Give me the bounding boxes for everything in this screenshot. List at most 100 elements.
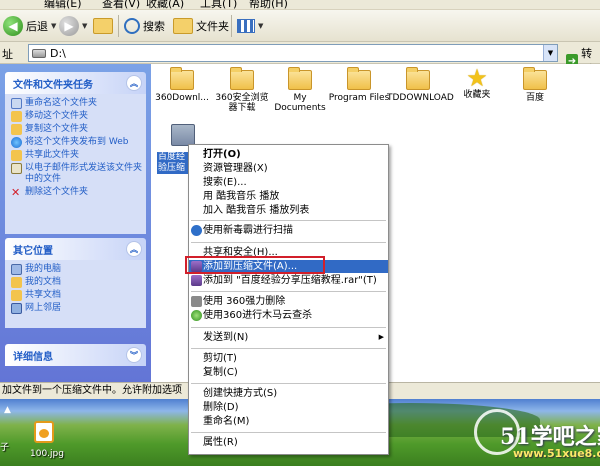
documents-icon xyxy=(11,277,22,288)
menu-item-label: 复制(C) xyxy=(203,367,238,378)
task-copy-folder[interactable]: 复制这个文件夹 xyxy=(11,124,142,135)
favorites-item[interactable]: ★ 收藏夹 xyxy=(446,66,508,100)
menu-item-add-to-rar[interactable]: 添加到 "百度经验分享压缩教程.rar"(T) xyxy=(189,274,388,287)
back-label: 后退 xyxy=(26,20,48,33)
menu-item-360-scan[interactable]: 使用360进行木马云查杀 xyxy=(189,309,388,322)
network-icon xyxy=(11,303,22,314)
desktop-icon-label[interactable]: 100.jpg xyxy=(30,449,64,459)
menu-item-label: 重命名(M) xyxy=(203,416,250,427)
menu-item-delete[interactable]: 删除(D) xyxy=(189,401,388,414)
back-dropdown-icon[interactable]: ▼ xyxy=(51,22,56,30)
forward-dropdown-icon[interactable]: ▼ xyxy=(82,22,87,30)
folder-label: TDDOWNLOAD xyxy=(387,93,454,103)
menu-favorites[interactable]: 收藏(A) xyxy=(146,0,184,9)
menu-help[interactable]: 帮助(H) xyxy=(249,0,288,9)
task-label: 以电子邮件形式发送该文件夹中的文件 xyxy=(25,163,143,184)
up-folder-button[interactable] xyxy=(93,14,113,38)
menu-view[interactable]: 查看(V) xyxy=(102,0,140,9)
folder-item[interactable]: 百度 xyxy=(504,67,566,103)
copy-icon xyxy=(11,124,22,135)
menu-separator xyxy=(191,327,386,328)
address-input[interactable]: D:\ ▼ xyxy=(28,44,558,62)
expand-chevron-icon[interactable]: ︾ xyxy=(126,347,142,363)
menu-item-search[interactable]: 搜索(E)... xyxy=(189,176,388,189)
file-tasks-body: 重命名这个文件夹 移动这个文件夹 复制这个文件夹 将这个文件夹发布到 Web 共… xyxy=(5,94,146,234)
other-places-panel: 其它位置 ︽ 我的电脑 我的文档 共享文档 网上邻居 xyxy=(5,238,146,328)
selected-folder-label[interactable]: 百度经验压缩 xyxy=(157,152,191,174)
menu-item-cut[interactable]: 剪切(T) xyxy=(189,352,388,365)
collapse-chevron-icon[interactable]: ︽ xyxy=(126,241,142,257)
collapse-chevron-icon[interactable]: ︽ xyxy=(126,75,142,91)
search-button[interactable]: 搜索 xyxy=(124,14,165,38)
menu-bar: 编辑(E) 查看(V) 收藏(A) 工具(T) 帮助(H) xyxy=(0,0,600,10)
task-label: 复制这个文件夹 xyxy=(25,124,89,134)
menu-item-explorer[interactable]: 资源管理器(X) xyxy=(189,162,388,175)
menu-item-360-delete[interactable]: 使用 360强力删除 xyxy=(189,295,388,308)
task-email-files[interactable]: 以电子邮件形式发送该文件夹中的文件 xyxy=(11,163,142,185)
task-move-folder[interactable]: 移动这个文件夹 xyxy=(11,111,142,122)
folder-item[interactable]: TDDOWNLOAD xyxy=(387,67,454,103)
place-network[interactable]: 网上邻居 xyxy=(11,303,142,314)
folder-item[interactable]: My Documents xyxy=(269,67,331,113)
highlight-annotation-box xyxy=(185,256,325,274)
forward-button[interactable]: ▶ ▼ xyxy=(59,14,87,38)
share-icon xyxy=(11,150,22,161)
menu-item-label: 用 酷我音乐 播放 xyxy=(203,191,280,202)
task-publish-web[interactable]: 将这个文件夹发布到 Web xyxy=(11,137,142,148)
task-delete-folder[interactable]: ✕ 删除这个文件夹 xyxy=(11,187,142,198)
back-button[interactable]: ◀ 后退 ▼ xyxy=(3,14,56,38)
menu-item-label: 剪切(T) xyxy=(203,353,237,364)
place-my-computer[interactable]: 我的电脑 xyxy=(11,264,142,275)
menu-item-properties[interactable]: 属性(R) xyxy=(189,436,388,449)
views-dropdown-icon[interactable]: ▼ xyxy=(258,22,263,30)
up-folder-icon xyxy=(93,18,113,34)
menu-item-kuwo-playlist[interactable]: 加入 酷我音乐 播放列表 xyxy=(189,204,388,217)
folder-item[interactable]: Program Files xyxy=(328,67,390,103)
menu-separator xyxy=(191,242,386,243)
menu-item-kuwo-play[interactable]: 用 酷我音乐 播放 xyxy=(189,190,388,203)
place-label: 共享文档 xyxy=(25,290,62,300)
menu-item-rename[interactable]: 重命名(M) xyxy=(189,415,388,428)
menu-item-virus-scan[interactable]: 使用新毒霸进行扫描 xyxy=(189,224,388,237)
task-rename-folder[interactable]: 重命名这个文件夹 xyxy=(11,98,142,109)
menu-item-open[interactable]: 打开(O) xyxy=(189,148,388,161)
menu-separator xyxy=(191,220,386,221)
menu-separator xyxy=(191,383,386,384)
menu-item-copy[interactable]: 复制(C) xyxy=(189,366,388,379)
selected-folder-icon[interactable] xyxy=(171,124,195,146)
context-menu: 打开(O) 资源管理器(X) 搜索(E)... 用 酷我音乐 播放 加入 酷我音… xyxy=(188,144,389,455)
menu-separator xyxy=(191,348,386,349)
star-icon: ★ xyxy=(466,64,488,92)
computer-icon xyxy=(11,264,22,275)
folder-item[interactable]: 360Downl... xyxy=(151,67,213,103)
place-my-documents[interactable]: 我的文档 xyxy=(11,277,142,288)
menu-item-send-to[interactable]: 发送到(N) ▶ xyxy=(189,331,388,344)
image-file-icon[interactable] xyxy=(34,421,54,443)
address-dropdown-icon[interactable]: ▼ xyxy=(543,45,557,61)
menu-item-label: 搜索(E)... xyxy=(203,177,247,188)
menu-tools[interactable]: 工具(T) xyxy=(200,0,237,9)
folder-label: 360Downl... xyxy=(155,93,209,103)
place-shared-documents[interactable]: 共享文档 xyxy=(11,290,142,301)
status-text: 加文件到一个压缩文件中。允许附加选项 xyxy=(2,385,182,396)
folders-label: 文件夹 xyxy=(196,20,229,33)
task-label: 删除这个文件夹 xyxy=(25,187,89,197)
views-icon xyxy=(237,19,255,33)
folder-label: Program Files xyxy=(328,93,390,103)
folder-item[interactable]: 360安全浏览器下载 xyxy=(211,67,273,113)
menu-edit[interactable]: 编辑(E) xyxy=(44,0,82,9)
file-tasks-header[interactable]: 文件和文件夹任务 ︽ xyxy=(5,72,146,94)
menu-item-label: 资源管理器(X) xyxy=(203,163,268,174)
file-tasks-panel: 文件和文件夹任务 ︽ 重命名这个文件夹 移动这个文件夹 复制这个文件夹 将这个文… xyxy=(5,72,146,234)
details-header[interactable]: 详细信息 ︾ xyxy=(5,344,146,366)
delete-x-icon: ✕ xyxy=(11,186,21,199)
folder-icon xyxy=(170,67,194,90)
folders-button[interactable]: 文件夹 xyxy=(173,14,229,38)
menu-item-label: 打开(O) xyxy=(203,149,241,160)
other-places-header[interactable]: 其它位置 ︽ xyxy=(5,238,146,260)
views-button[interactable]: ▼ xyxy=(237,14,263,38)
folder-label: 收藏夹 xyxy=(463,90,491,100)
menu-item-create-shortcut[interactable]: 创建快捷方式(S) xyxy=(189,387,388,400)
task-share-folder[interactable]: 共享此文件夹 xyxy=(11,150,142,161)
menu-item-label: 使用360进行木马云查杀 xyxy=(203,310,313,321)
